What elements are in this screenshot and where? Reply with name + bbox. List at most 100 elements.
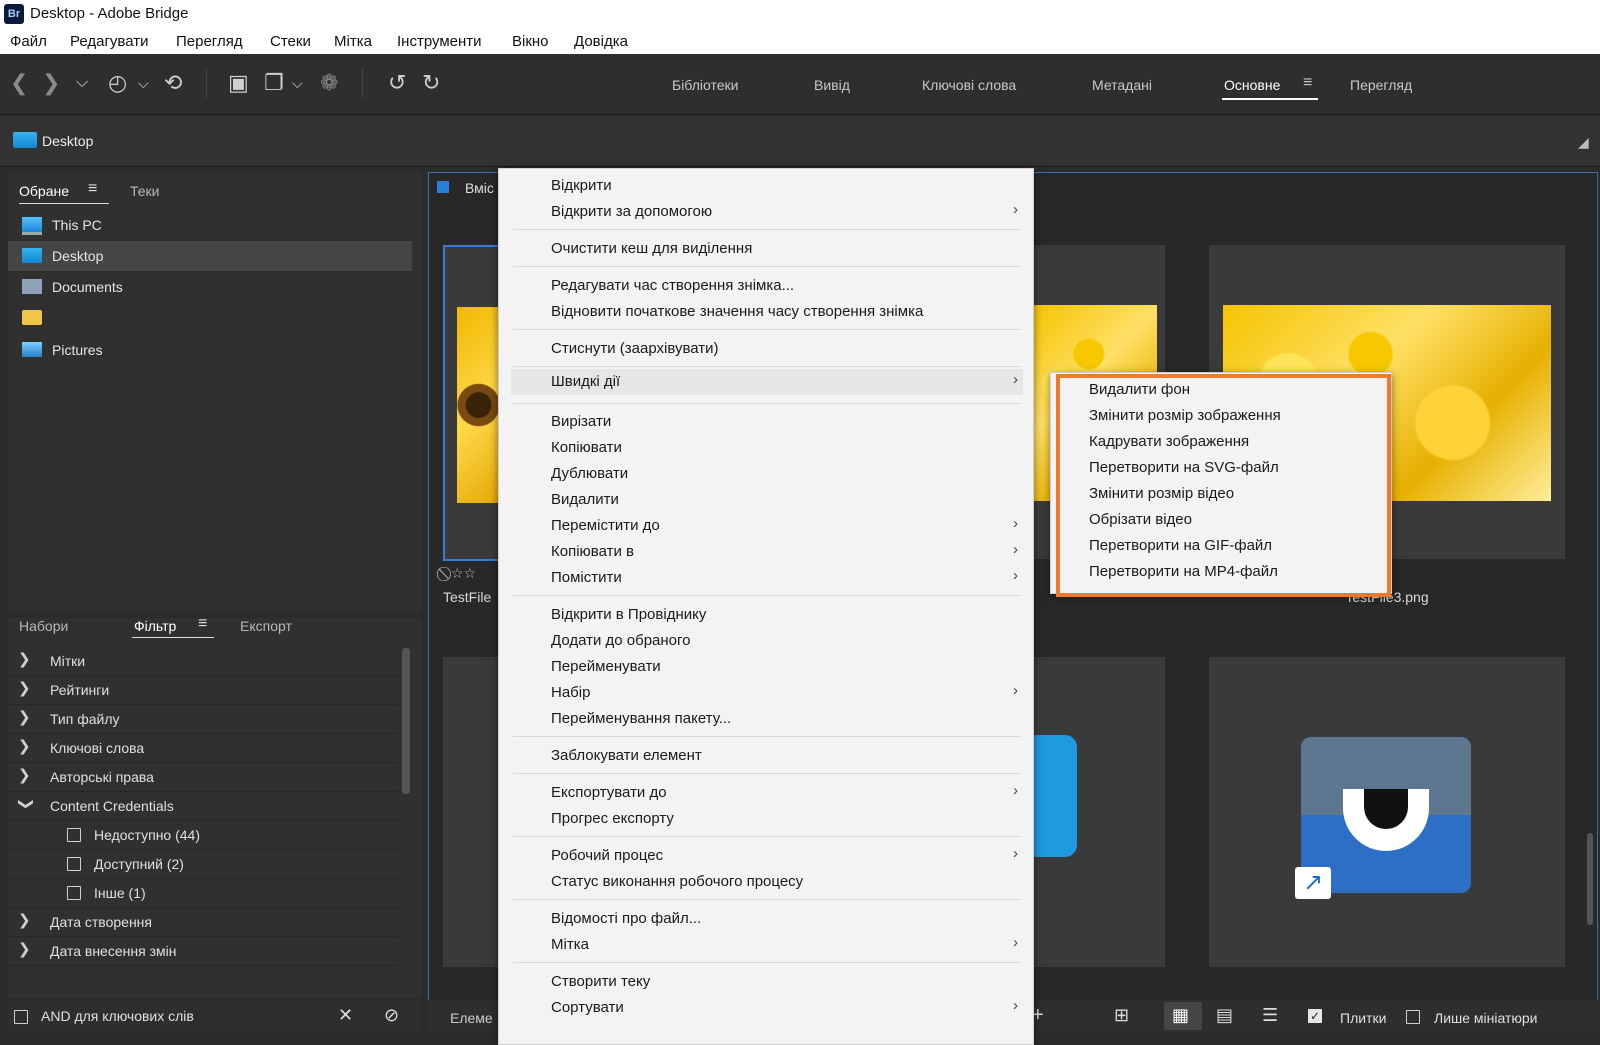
filter-scrollbar[interactable] <box>402 648 410 794</box>
filter-content-credentials[interactable]: ❯ Content Credentials <box>8 791 398 821</box>
forward-icon[interactable]: ❯ <box>42 70 60 96</box>
rotate-right-icon[interactable]: ↻ <box>422 70 440 96</box>
menu-item-duplicate[interactable]: Дублювати <box>551 465 628 482</box>
menu-item-reveal-in-explorer[interactable]: Відкрити в Провіднику <box>551 606 706 623</box>
checkbox[interactable] <box>67 886 81 900</box>
rotate-left-icon[interactable]: ↺ <box>388 70 406 96</box>
menu-item-add-to-favorites[interactable]: Додати до обраного <box>551 632 691 649</box>
menu-help[interactable]: Довідка <box>574 33 628 50</box>
filter-date-modified[interactable]: ❯ Дата внесення змін <box>8 936 398 966</box>
checkbox[interactable] <box>67 828 81 842</box>
filter-option-other[interactable]: Інше (1) <box>8 878 398 908</box>
refine-dropdown-icon[interactable]: ⌵ <box>292 70 303 96</box>
favorite-folder[interactable] <box>8 303 412 333</box>
content-scrollbar[interactable] <box>1587 833 1593 925</box>
filter-keywords[interactable]: ❯ Ключові слова <box>8 733 398 763</box>
menu-edit[interactable]: Редагувати <box>70 33 149 50</box>
path-desktop[interactable]: Desktop <box>42 133 93 149</box>
pin-icon[interactable]: ✕ <box>338 1005 353 1026</box>
thumbnail-item[interactable] <box>443 657 503 967</box>
workspace-libraries[interactable]: Бібліотеки <box>672 77 738 93</box>
tiles-checkbox[interactable]: ✓ <box>1308 1009 1322 1023</box>
menu-item-new-folder[interactable]: Створити теку <box>551 973 650 990</box>
panel-menu-icon[interactable]: ≡ <box>198 615 207 633</box>
chevron-down-icon[interactable]: ⌵ <box>76 70 88 96</box>
menu-item-copy[interactable]: Копіювати <box>551 439 622 456</box>
menu-item-purge-cache[interactable]: Очистити кеш для виділення <box>551 240 752 257</box>
filter-option-available[interactable]: Доступний (2) <box>8 849 398 879</box>
pictures-icon <box>22 342 42 357</box>
workspace-keywords[interactable]: Ключові слова <box>922 77 1016 93</box>
filter-date-created[interactable]: ❯ Дата створення <box>8 907 398 937</box>
menu-item-open-with[interactable]: Відкрити за допомогою <box>551 203 712 220</box>
menu-item-cut[interactable]: Вирізати <box>551 413 611 430</box>
filter-ratings[interactable]: ❯ Рейтинги <box>8 675 398 705</box>
menu-view[interactable]: Перегляд <box>176 33 243 50</box>
menu-item-sort[interactable]: Сортувати <box>551 999 624 1016</box>
menu-item-place[interactable]: Помістити <box>551 569 622 586</box>
menu-window[interactable]: Вікно <box>512 33 549 50</box>
menu-separator <box>513 899 1021 900</box>
grid-lock-icon[interactable]: ⊞ <box>1114 1005 1129 1026</box>
thumbnail-item[interactable] <box>1025 657 1165 967</box>
refine-icon[interactable]: ❐ <box>264 70 284 96</box>
menu-item-revert-capture-time[interactable]: Відновити початкове значення часу створе… <box>551 303 923 320</box>
workspace-menu-icon[interactable]: ≡ <box>1303 74 1312 92</box>
menu-item-delete[interactable]: Видалити <box>551 491 619 508</box>
menu-item-batch-rename[interactable]: Перейменування пакету... <box>551 710 731 727</box>
clear-filter-icon[interactable]: ⊘ <box>384 1005 399 1026</box>
filter-copyright[interactable]: ❯ Авторські права <box>8 762 398 792</box>
photo-downloader-icon[interactable]: ❁ <box>320 70 338 96</box>
menu-item-rename[interactable]: Перейменувати <box>551 658 661 675</box>
details-view-icon[interactable]: ▤ <box>1216 1005 1233 1026</box>
favorite-pictures[interactable]: Pictures <box>8 335 412 365</box>
menu-item-edit-capture-time[interactable]: Редагувати час створення знімка... <box>551 277 794 294</box>
camera-import-icon[interactable]: ▣ <box>228 70 249 96</box>
filter-option-unavailable[interactable]: Недоступно (44) <box>8 820 398 850</box>
menu-label[interactable]: Мітка <box>334 33 372 50</box>
menu-item-quick-actions[interactable]: Швидкі дії <box>551 373 620 390</box>
boomerang-icon[interactable]: ⟲ <box>164 70 182 96</box>
recent-history-icon[interactable]: ◴ <box>108 70 127 96</box>
thumbs-only-checkbox[interactable] <box>1406 1010 1420 1024</box>
history-dropdown-icon[interactable]: ⌵ <box>138 70 149 96</box>
panel-menu-icon[interactable]: ≡ <box>88 180 97 198</box>
menu-item-label[interactable]: Мітка <box>551 936 589 953</box>
thumbnail-shortcut[interactable]: ↗ <box>1209 657 1565 967</box>
menu-item-move-to[interactable]: Перемістити до <box>551 517 660 534</box>
menu-item-export-to[interactable]: Експортувати до <box>551 784 667 801</box>
menu-item-lock-item[interactable]: Заблокувати елемент <box>551 747 702 764</box>
rating-stars[interactable]: ⃠ ☆☆ <box>447 565 476 582</box>
menu-item-workflow-status[interactable]: Статус виконання робочого процесу <box>551 873 803 890</box>
menu-item-collection[interactable]: Набір <box>551 684 590 701</box>
checkbox[interactable] <box>67 857 81 871</box>
favorite-documents[interactable]: Documents <box>8 272 412 302</box>
menu-tools[interactable]: Інструменти <box>397 33 482 50</box>
menu-item-open[interactable]: Відкрити <box>551 177 612 194</box>
menu-item-export-progress[interactable]: Прогрес експорту <box>551 810 674 827</box>
filter-file-type[interactable]: ❯ Тип файлу <box>8 704 398 734</box>
tab-content[interactable]: Вміс <box>465 180 494 196</box>
thumbnail-quality-icon[interactable]: ◢ <box>1578 134 1589 151</box>
tab-collections[interactable]: Набори <box>19 618 68 634</box>
workspace-metadata[interactable]: Метадані <box>1092 77 1152 93</box>
workspace-review[interactable]: Перегляд <box>1350 77 1412 93</box>
back-icon[interactable]: ❮ <box>10 70 28 96</box>
favorite-desktop[interactable]: Desktop <box>8 241 412 271</box>
workspace-essentials[interactable]: Основне <box>1224 77 1280 93</box>
favorite-this-pc[interactable]: This PC <box>8 210 412 240</box>
menu-file[interactable]: Файл <box>10 33 47 50</box>
tab-filter[interactable]: Фільтр <box>134 618 176 634</box>
tab-export[interactable]: Експорт <box>240 618 292 634</box>
list-view-icon[interactable]: ☰ <box>1262 1005 1278 1026</box>
menu-item-compress[interactable]: Стиснути (заархівувати) <box>551 340 719 357</box>
and-keywords-checkbox[interactable] <box>14 1010 28 1024</box>
tab-folders[interactable]: Теки <box>130 183 160 199</box>
filter-labels[interactable]: ❯ Мітки <box>8 646 398 676</box>
menu-stacks[interactable]: Стеки <box>270 33 311 50</box>
menu-item-file-info[interactable]: Відомості про файл... <box>551 910 701 927</box>
workspace-output[interactable]: Вивід <box>814 77 850 93</box>
menu-item-workflow[interactable]: Робочий процес <box>551 847 663 864</box>
tab-favorites[interactable]: Обране <box>19 183 69 199</box>
menu-item-copy-to[interactable]: Копіювати в <box>551 543 634 560</box>
